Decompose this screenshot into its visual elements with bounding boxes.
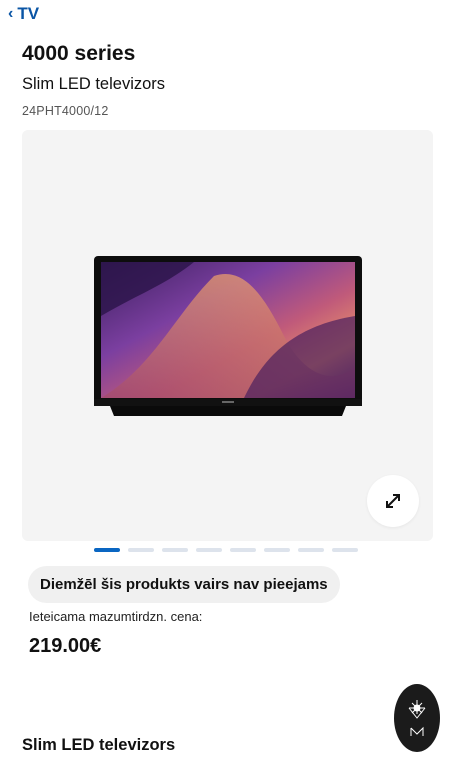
gallery-dot[interactable] xyxy=(298,548,324,552)
gallery-dot[interactable] xyxy=(264,548,290,552)
chevron-left-icon: ‹ xyxy=(8,5,14,22)
expand-image-button[interactable] xyxy=(367,475,419,527)
price-label: Ieteicama mazumtirdzn. cena: xyxy=(29,609,203,624)
section-title: Slim LED televizors xyxy=(22,736,176,754)
gallery-pagination xyxy=(94,548,358,552)
expand-arrows-icon xyxy=(386,494,400,508)
back-link-tv[interactable]: ‹ TV xyxy=(8,4,39,24)
product-image-tv xyxy=(94,256,362,416)
gallery-dot[interactable] xyxy=(162,548,188,552)
product-name: Slim LED televizors xyxy=(22,75,166,93)
back-link-label: TV xyxy=(17,4,40,23)
price-value: 219.00€ xyxy=(29,635,102,657)
chat-assistant-button[interactable] xyxy=(394,684,440,752)
product-series-title: 4000 series xyxy=(22,42,136,65)
product-model-number: 24PHT4000/12 xyxy=(22,104,109,118)
availability-badge: Diemžēl šis produkts vairs nav pieejams xyxy=(28,566,340,603)
gallery-dot[interactable] xyxy=(332,548,358,552)
product-image-gallery[interactable] xyxy=(22,130,433,541)
gallery-dot[interactable] xyxy=(128,548,154,552)
gallery-dot[interactable] xyxy=(230,548,256,552)
gallery-dot[interactable] xyxy=(196,548,222,552)
assistant-logo-icon xyxy=(408,700,426,736)
gallery-dot[interactable] xyxy=(94,548,120,552)
